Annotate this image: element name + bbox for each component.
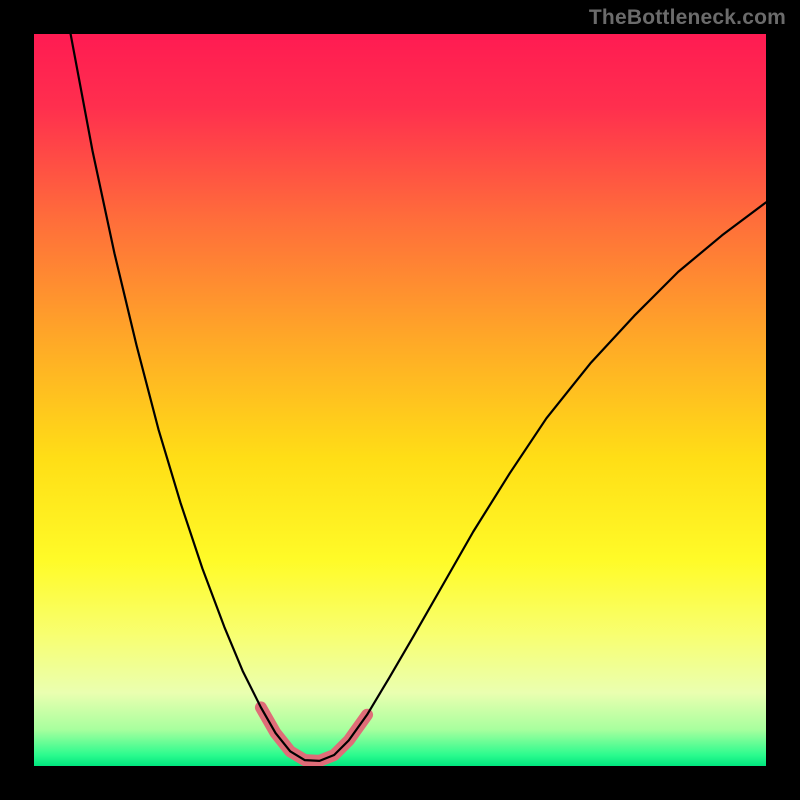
plot-background (34, 34, 766, 766)
plot-area (34, 34, 766, 766)
plot-svg (34, 34, 766, 766)
chart-frame: TheBottleneck.com (0, 0, 800, 800)
watermark-label: TheBottleneck.com (589, 6, 786, 30)
